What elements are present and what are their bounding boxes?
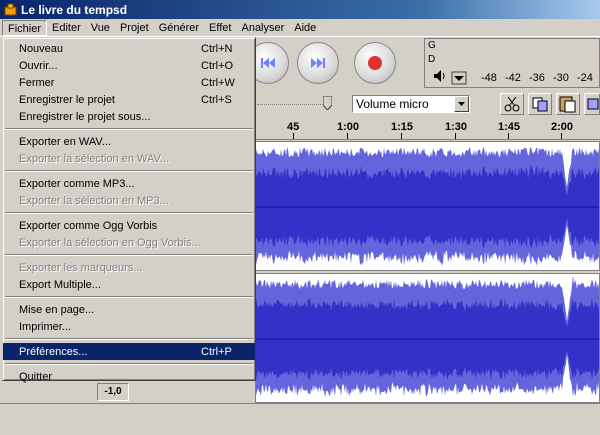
dropdown-arrow-icon[interactable] bbox=[454, 96, 469, 112]
menu-item-export-ogg[interactable]: Exporter comme Ogg Vorbis bbox=[3, 217, 255, 234]
menu-item-enregistrer-sous[interactable]: Enregistrer le projet sous... bbox=[3, 108, 255, 125]
waveform-left bbox=[256, 147, 599, 267]
title-bar: Le livre du tempsd bbox=[0, 0, 600, 19]
record-icon bbox=[368, 56, 382, 70]
speaker-icon bbox=[434, 70, 467, 85]
waveform-right bbox=[256, 275, 599, 398]
track-gain-value[interactable]: -1,0 bbox=[97, 383, 129, 401]
menu-item-fermer[interactable]: Fermer Ctrl+W bbox=[3, 74, 255, 91]
menu-separator bbox=[3, 167, 255, 175]
menu-item-export-markers: Exporter les marqueurs... bbox=[19, 261, 143, 274]
menu-generer[interactable]: Générer bbox=[154, 20, 204, 36]
volume-slider-track[interactable] bbox=[257, 104, 329, 106]
menu-separator bbox=[3, 125, 255, 133]
menu-item-enregistrer[interactable]: Enregistrer le projet Ctrl+S bbox=[3, 91, 255, 108]
meter-tick: -48 bbox=[481, 72, 497, 84]
shortcut: Ctrl+W bbox=[201, 76, 235, 89]
menu-item-ouvrir[interactable]: Ouvrir... Ctrl+O bbox=[3, 57, 255, 74]
copy-icon bbox=[532, 97, 548, 112]
menu-item-export-wav[interactable]: Exporter en WAV... bbox=[3, 133, 255, 150]
menu-item-quit[interactable]: Quitter bbox=[3, 368, 255, 385]
menu-item-export-mp3[interactable]: Exporter comme MP3... bbox=[3, 175, 255, 192]
window-title: Le livre du tempsd bbox=[21, 2, 128, 17]
ruler-label: 2:00 bbox=[551, 121, 574, 133]
input-source-select[interactable]: Volume micro bbox=[352, 95, 470, 113]
menu-separator bbox=[3, 251, 255, 259]
skip-end-icon bbox=[311, 58, 325, 68]
trim-button[interactable] bbox=[584, 93, 600, 115]
menu-separator bbox=[3, 293, 255, 301]
menu-separator bbox=[3, 209, 255, 217]
ruler-label: 1:15 bbox=[391, 121, 414, 133]
ruler-label: 1:45 bbox=[498, 121, 521, 133]
meter-channel-d: D bbox=[428, 54, 436, 65]
meter-tick: -24 bbox=[577, 72, 593, 84]
menu-projet[interactable]: Projet bbox=[115, 20, 154, 36]
menu-item-print[interactable]: Imprimer... bbox=[3, 318, 255, 335]
menu-item-export-sel-ogg: Exporter la sélection en Ogg Vorbis... bbox=[19, 236, 201, 249]
waveform-channel-right[interactable] bbox=[255, 273, 600, 403]
menu-fichier[interactable]: Fichier bbox=[2, 19, 48, 36]
menu-item-export-sel-wav: Exporter la sélection en WAV... bbox=[19, 152, 169, 165]
shortcut: Ctrl+O bbox=[201, 59, 234, 72]
ruler-label: 1:30 bbox=[445, 121, 468, 133]
waveform-channel-left[interactable] bbox=[255, 141, 600, 271]
menu-item-export-sel-mp3: Exporter la sélection en MP3... bbox=[19, 194, 169, 207]
ruler-label: 45 bbox=[287, 121, 300, 133]
menu-bar: Fichier Editer Vue Projet Générer Effet … bbox=[0, 19, 600, 37]
skip-end-button[interactable] bbox=[297, 42, 339, 84]
status-area bbox=[0, 403, 600, 435]
menu-aide[interactable]: Aide bbox=[289, 20, 321, 36]
menu-analyser[interactable]: Analyser bbox=[236, 20, 289, 36]
menu-vue[interactable]: Vue bbox=[86, 20, 115, 36]
meter-tick: -36 bbox=[529, 72, 545, 84]
file-menu: Nouveau Ctrl+N Ouvrir... Ctrl+O Fermer Ctrl… bbox=[2, 37, 256, 383]
timeline-ruler[interactable]: 45 1:00 1:15 1:30 1:45 2:00 bbox=[255, 118, 600, 140]
trim-icon bbox=[587, 98, 599, 110]
meter-tick: -42 bbox=[505, 72, 521, 84]
paste-icon bbox=[559, 96, 576, 113]
cut-button[interactable] bbox=[500, 93, 524, 115]
paste-button[interactable] bbox=[556, 93, 580, 115]
level-meter: G D -48 -42 -36 -30 -24 bbox=[424, 38, 600, 88]
shortcut: Ctrl+N bbox=[201, 42, 233, 55]
shortcut: Ctrl+S bbox=[201, 93, 232, 106]
meter-channel-g: G bbox=[428, 40, 436, 51]
menu-separator bbox=[3, 360, 255, 368]
meter-tick: -30 bbox=[553, 72, 569, 84]
shortcut: Ctrl+P bbox=[201, 345, 232, 358]
menu-item-nouveau[interactable]: Nouveau Ctrl+N bbox=[3, 40, 255, 57]
copy-button[interactable] bbox=[528, 93, 552, 115]
meter-scale: -48 -42 -36 -30 -24 bbox=[477, 72, 600, 86]
menu-editer[interactable]: Editer bbox=[47, 20, 86, 36]
menu-effet[interactable]: Effet bbox=[204, 20, 236, 36]
scissors-icon bbox=[504, 96, 520, 112]
menu-item-preferences[interactable]: Préférences... Ctrl+P bbox=[3, 343, 255, 360]
menu-separator bbox=[3, 335, 255, 343]
menu-item-export-multiple[interactable]: Export Multiple... bbox=[3, 276, 255, 293]
record-button[interactable] bbox=[354, 42, 396, 84]
ruler-label: 1:00 bbox=[337, 121, 360, 133]
app-logo-icon bbox=[4, 3, 17, 16]
skip-start-icon bbox=[261, 58, 275, 68]
volume-slider-knob[interactable] bbox=[323, 96, 332, 110]
menu-item-page-setup[interactable]: Mise en page... bbox=[3, 301, 255, 318]
input-source-value: Volume micro bbox=[356, 97, 429, 111]
